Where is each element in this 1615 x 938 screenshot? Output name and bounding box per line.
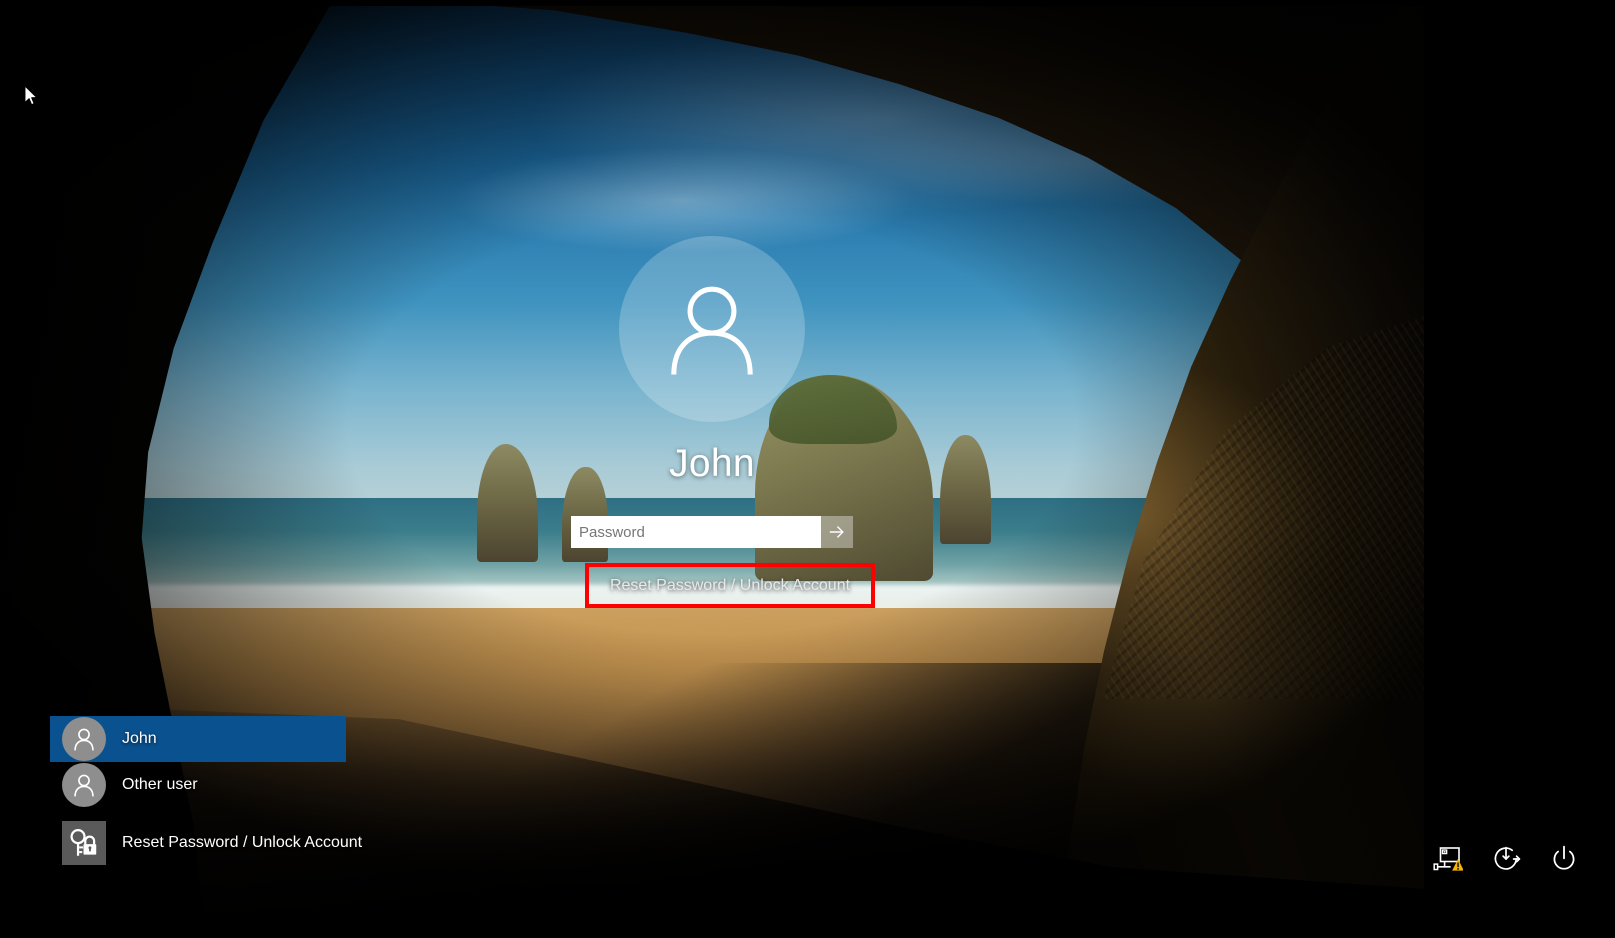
user-list-item-label: Reset Password / Unlock Account (122, 834, 362, 852)
highlight-box (585, 563, 875, 608)
user-avatar-icon (71, 772, 97, 798)
lock-screen: John Reset Password / Unlock Account (0, 0, 1615, 938)
network-button[interactable] (1429, 840, 1467, 878)
password-input[interactable] (571, 516, 821, 548)
page-title: John (669, 444, 755, 483)
user-list-item-label: John (122, 730, 157, 748)
user-list-item-other-user[interactable]: Other user (50, 762, 346, 808)
ease-of-access-icon (1491, 844, 1521, 874)
user-list-item-reset-password[interactable]: Reset Password / Unlock Account (50, 816, 346, 870)
user-list-item-john[interactable]: John (50, 716, 346, 762)
password-row (571, 516, 853, 548)
system-tray (1429, 840, 1583, 878)
power-button[interactable] (1545, 840, 1583, 878)
user-avatar-icon (660, 277, 764, 381)
user-list-item-label: Other user (122, 776, 198, 794)
arrow-right-icon (827, 522, 847, 542)
reset-password-tile (62, 821, 106, 865)
user-avatar-icon (71, 726, 97, 752)
power-icon (1549, 844, 1579, 874)
avatar (62, 763, 106, 807)
ease-of-access-button[interactable] (1487, 840, 1525, 878)
user-switch-list: John Other user (50, 716, 346, 870)
avatar (62, 717, 106, 761)
avatar (619, 236, 805, 422)
network-icon (1433, 845, 1463, 873)
submit-password-button[interactable] (821, 516, 853, 548)
key-lock-icon (67, 826, 101, 860)
